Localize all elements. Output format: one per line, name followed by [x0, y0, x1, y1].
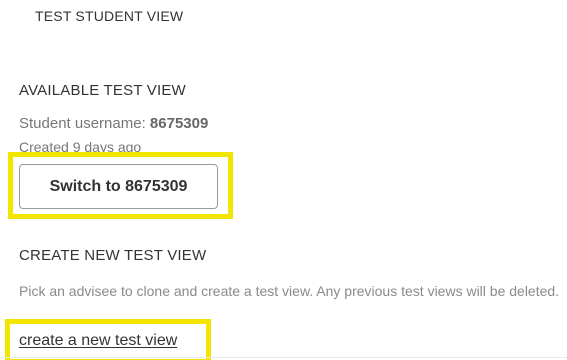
available-test-view-heading: AVAILABLE TEST VIEW — [19, 82, 186, 99]
student-username-value: 8675309 — [149, 115, 209, 132]
test-student-view-panel: TEST STUDENT VIEW AVAILABLE TEST VIEW St… — [0, 0, 567, 360]
create-test-view-description: Pick an advisee to clone and create a te… — [19, 283, 560, 299]
student-username-line: Student username: 8675309 — [19, 115, 208, 132]
student-username-label: Student username: — [19, 115, 150, 132]
create-new-test-view-link[interactable]: create a new test view — [19, 332, 177, 350]
bottom-divider — [0, 357, 567, 358]
page-title: TEST STUDENT VIEW — [35, 8, 184, 24]
create-new-test-view-heading: CREATE NEW TEST VIEW — [19, 247, 207, 264]
created-timestamp: Created 9 days ago — [19, 139, 142, 153]
switch-to-test-view-button[interactable]: Switch to 8675309 — [19, 164, 218, 209]
